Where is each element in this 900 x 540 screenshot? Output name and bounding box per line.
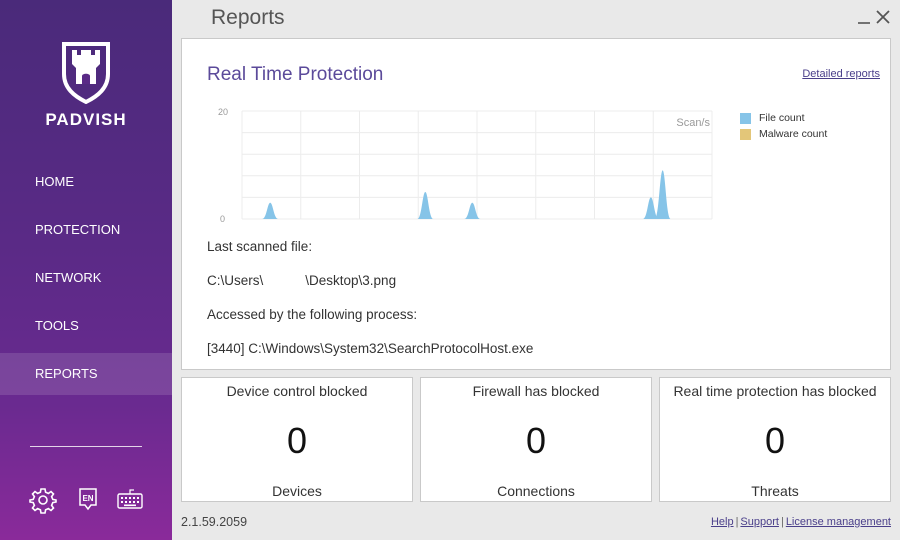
scan-chart: 20 0 Scan/s	[218, 107, 713, 224]
firewall-value: 0	[525, 420, 547, 461]
legend-swatch-file-count	[740, 112, 751, 124]
firewall-unit: Connections	[497, 483, 575, 499]
device-control-value: 0	[286, 420, 308, 461]
castle-shield-icon	[62, 42, 110, 104]
nav-reports[interactable]: REPORTS	[0, 353, 172, 395]
version-text: 2.1.59.2059	[181, 515, 248, 529]
nav-home-label: HOME	[35, 174, 74, 189]
detailed-reports-link[interactable]: Detailed reports	[802, 68, 880, 80]
nav-reports-label: REPORTS	[35, 366, 98, 381]
last-scanned-path-suffix: \Desktop\3.png	[305, 273, 397, 288]
legend-label-malware-count: Malware count	[759, 128, 828, 140]
last-scanned-label: Last scanned file:	[207, 239, 313, 254]
nav-tools[interactable]: TOOLS	[0, 305, 172, 347]
keyboard-icon	[117, 489, 143, 509]
chart-unit-label: Scan/s	[676, 117, 710, 129]
minimize-icon	[858, 22, 870, 24]
file-count-peak	[464, 202, 481, 219]
keyboard-button[interactable]	[115, 485, 145, 515]
rtp-title: Real Time Protection	[207, 64, 384, 85]
nav-home[interactable]: HOME	[0, 161, 172, 203]
rtp-blocked-title: Real time protection has blocked	[673, 383, 877, 399]
device-control-unit: Devices	[272, 483, 322, 499]
padvish-logo: PADVISH	[40, 40, 132, 130]
chart-series	[262, 170, 671, 219]
link-separator: |	[735, 516, 739, 528]
language-badge-text: EN	[82, 494, 93, 503]
rtp-blocked-card: Real time protection has blocked 0 Threa…	[659, 377, 891, 502]
sidebar: PADVISH HOME PROTECTION NETWORK TOOLS RE…	[0, 0, 172, 540]
last-scanned-path-prefix: C:\Users\	[207, 273, 264, 288]
device-control-title: Device control blocked	[226, 383, 368, 399]
main-panel: Reports Real Time Protection Detailed re…	[172, 0, 900, 540]
support-link[interactable]: Support	[740, 516, 779, 528]
brand-name: PADVISH	[45, 110, 127, 129]
help-link[interactable]: Help	[711, 516, 734, 528]
close-icon	[876, 10, 890, 24]
firewall-title: Firewall has blocked	[472, 383, 600, 399]
gear-icon	[29, 488, 57, 514]
process-value: [3440] C:\Windows\System32\SearchProtoco…	[207, 341, 534, 356]
nav-network-label: NETWORK	[35, 270, 102, 285]
nav-tools-label: TOOLS	[35, 318, 79, 333]
legend-item-malware-count: Malware count	[740, 126, 827, 142]
y-tick-0: 0	[220, 214, 225, 224]
nav-network[interactable]: NETWORK	[0, 257, 172, 299]
real-time-protection-card: Real Time Protection Detailed reports 20…	[181, 38, 891, 370]
language-en-icon: EN	[79, 488, 97, 511]
nav-protection-label: PROTECTION	[35, 222, 121, 237]
footer-links: Help | Support | License management	[711, 516, 891, 528]
chart-grid	[241, 110, 713, 220]
legend-item-file-count: File count	[740, 110, 827, 126]
chart-legend: File count Malware count	[740, 110, 827, 142]
rtp-blocked-unit: Threats	[751, 483, 799, 499]
legend-label-file-count: File count	[759, 112, 805, 124]
nav-protection[interactable]: PROTECTION	[0, 209, 172, 251]
minimize-button[interactable]	[857, 8, 871, 26]
rtp-blocked-value: 0	[764, 420, 786, 461]
process-label: Accessed by the following process:	[207, 307, 418, 322]
y-tick-20: 20	[218, 107, 228, 117]
file-count-peak	[262, 202, 279, 219]
firewall-card: Firewall has blocked 0 Connections	[420, 377, 652, 502]
legend-swatch-malware-count	[740, 128, 751, 140]
license-management-link[interactable]: License management	[786, 516, 891, 528]
page-title: Reports	[211, 6, 285, 29]
file-count-peak	[417, 192, 434, 219]
close-button[interactable]	[875, 8, 891, 26]
file-count-peak	[654, 170, 671, 219]
settings-button[interactable]	[28, 485, 58, 515]
link-separator: |	[780, 516, 784, 528]
device-control-card: Device control blocked 0 Devices	[181, 377, 413, 502]
sidebar-divider	[30, 446, 142, 447]
last-scanned-path: C:\Users\ \Desktop\3.png	[207, 273, 396, 288]
language-button[interactable]: EN	[73, 485, 103, 515]
